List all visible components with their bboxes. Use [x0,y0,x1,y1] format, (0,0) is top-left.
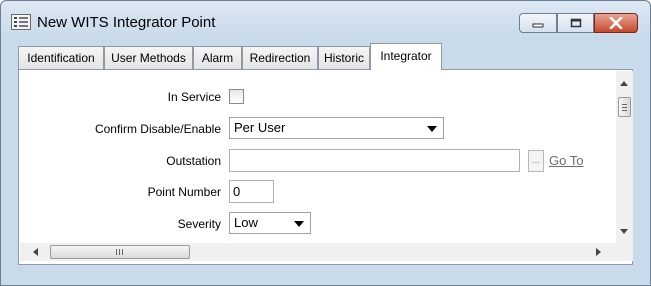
close-icon [609,17,623,29]
tab-identification[interactable]: Identification [18,46,104,70]
point-number-label: Point Number [147,185,221,199]
window-title: New WITS Integrator Point [37,14,216,31]
tab-panel: In Service Confirm Disable/Enable Per Us… [18,69,633,265]
scroll-right-icon[interactable] [596,248,601,256]
go-to-link[interactable]: Go To [549,153,583,168]
window: New WITS Integrator Point Identification… [0,0,651,286]
vertical-scrollbar[interactable] [616,71,633,243]
severity-select[interactable]: Low [229,212,311,234]
outstation-browse-button[interactable]: ... [528,150,544,172]
chevron-down-icon [427,126,437,132]
title-bar[interactable]: New WITS Integrator Point [1,1,650,39]
tab-integrator[interactable]: Integrator [370,43,442,70]
minimize-button[interactable] [519,13,557,33]
outstation-label: Outstation [166,154,221,168]
horizontal-scroll-thumb[interactable] [50,245,190,259]
vertical-scroll-thumb[interactable] [618,97,631,117]
tab-redirection[interactable]: Redirection [242,46,318,70]
form-area: In Service Confirm Disable/Enable Per Us… [20,71,616,243]
points-grid-icon [11,14,31,30]
maximize-button[interactable] [557,13,594,33]
minimize-icon [532,23,544,28]
horizontal-scrollbar[interactable] [20,243,616,261]
chevron-down-icon [294,221,304,227]
scroll-down-icon[interactable] [620,229,628,234]
scroll-left-icon[interactable] [33,248,38,256]
confirm-disable-enable-label: Confirm Disable/Enable [94,122,221,136]
tab-user-methods[interactable]: User Methods [104,46,193,70]
in-service-checkbox[interactable] [229,89,244,104]
confirm-disable-enable-select[interactable]: Per User [229,117,444,139]
severity-value: Low [234,215,258,230]
tab-historic[interactable]: Historic [318,46,370,70]
tab-alarm[interactable]: Alarm [193,46,242,70]
severity-label: Severity [177,217,221,231]
confirm-disable-enable-value: Per User [234,120,286,135]
scroll-up-icon[interactable] [620,81,628,86]
scrollbar-corner [616,243,633,261]
outstation-input[interactable] [229,149,520,172]
in-service-label: In Service [167,90,221,104]
close-button[interactable] [594,13,638,33]
maximize-icon [570,18,581,28]
point-number-input[interactable]: 0 [229,180,274,203]
